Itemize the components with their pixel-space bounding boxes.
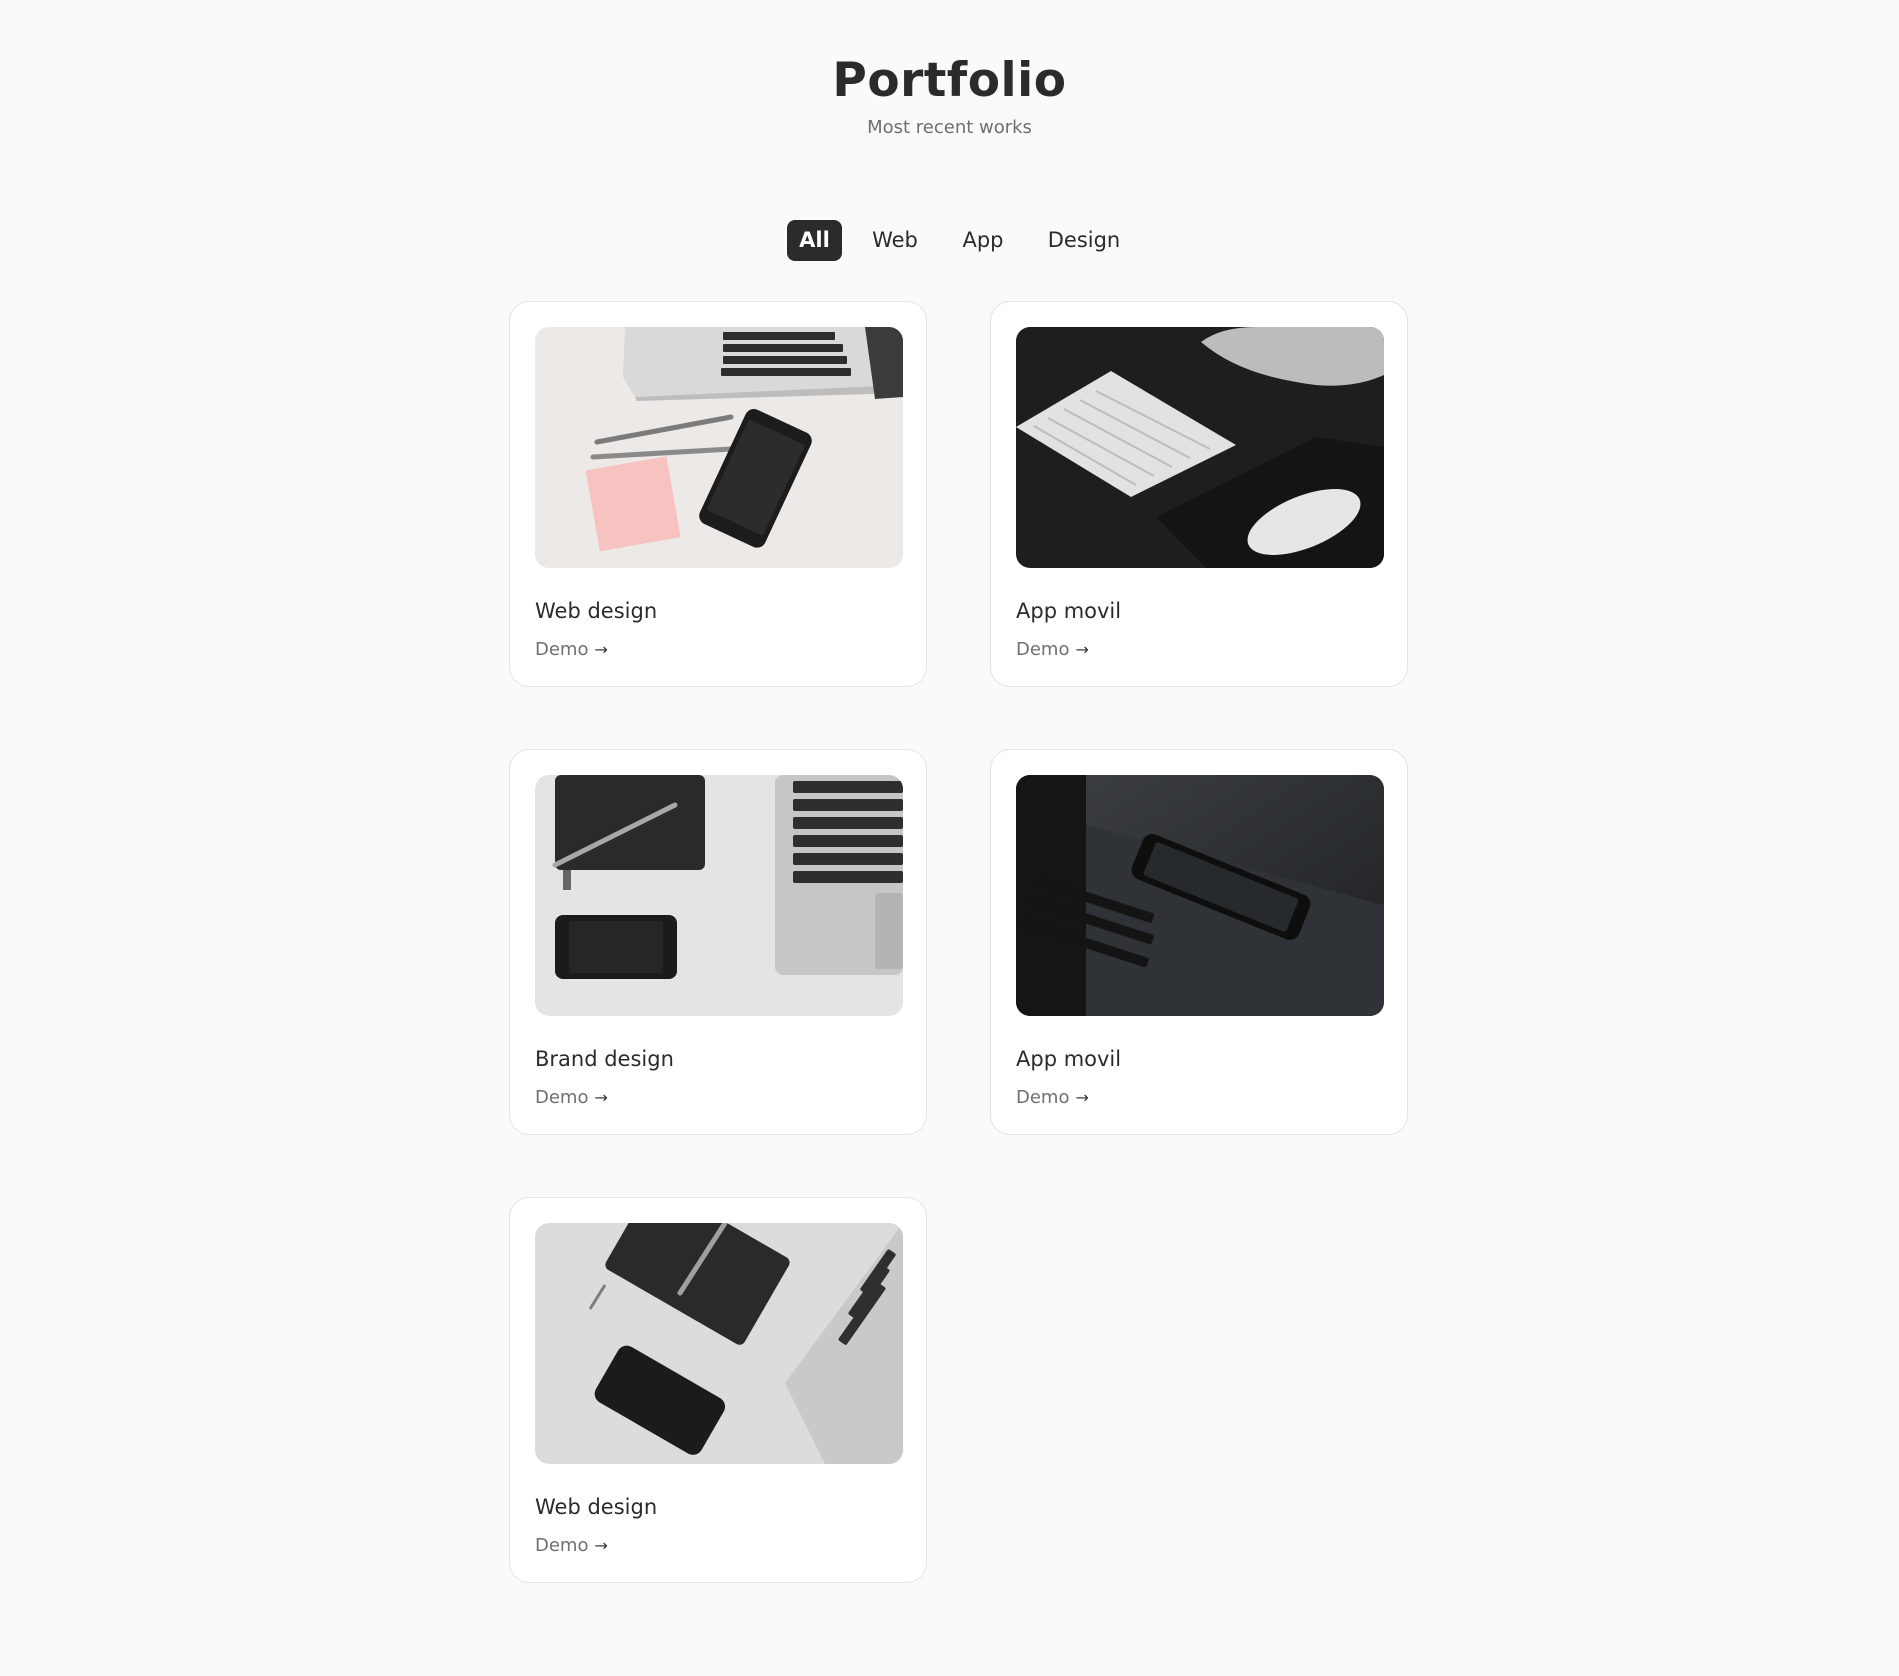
arrow-right-icon: → — [1075, 1088, 1089, 1107]
portfolio-thumbnail-image — [535, 775, 903, 1016]
demo-link[interactable]: Demo → — [535, 1086, 608, 1110]
portfolio-filters: All Web App Design — [0, 220, 1899, 261]
demo-link[interactable]: Demo → — [535, 1534, 608, 1558]
arrow-right-icon: → — [594, 1536, 608, 1555]
page-title: Portfolio — [832, 53, 1067, 108]
card-title: Brand design — [535, 1047, 674, 1071]
demo-link[interactable]: Demo → — [535, 638, 608, 662]
portfolio-thumbnail-image — [1016, 327, 1384, 568]
arrow-right-icon: → — [594, 1088, 608, 1107]
card-title: App movil — [1016, 1047, 1122, 1071]
filter-app-button[interactable]: App — [951, 220, 1015, 261]
arrow-right-icon: → — [1075, 640, 1089, 659]
demo-link-label: Demo — [1016, 639, 1070, 660]
portfolio-card: App movil Demo → — [990, 749, 1408, 1135]
portfolio-thumbnail-image — [535, 1223, 903, 1464]
demo-link-label: Demo — [535, 1535, 589, 1556]
card-title: Web design — [535, 599, 658, 623]
portfolio-card: Web design Demo → — [509, 301, 927, 687]
portfolio-thumbnail-image — [535, 327, 903, 568]
demo-link-label: Demo — [1016, 1087, 1070, 1108]
demo-link-label: Demo — [535, 1087, 589, 1108]
arrow-right-icon: → — [594, 640, 608, 659]
filter-design-button[interactable]: Design — [1039, 220, 1129, 261]
portfolio-card: Brand design Demo → — [509, 749, 927, 1135]
card-title: App movil — [1016, 599, 1122, 623]
demo-link[interactable]: Demo → — [1016, 1086, 1089, 1110]
demo-link[interactable]: Demo → — [1016, 638, 1089, 662]
filter-all-button[interactable]: All — [787, 220, 842, 261]
portfolio-card: Web design Demo → — [509, 1197, 927, 1583]
filter-web-button[interactable]: Web — [861, 220, 929, 261]
page-subtitle: Most recent works — [867, 117, 1032, 138]
portfolio-thumbnail-image — [1016, 775, 1384, 1016]
demo-link-label: Demo — [535, 639, 589, 660]
portfolio-card: App movil Demo → — [990, 301, 1408, 687]
card-title: Web design — [535, 1495, 658, 1519]
